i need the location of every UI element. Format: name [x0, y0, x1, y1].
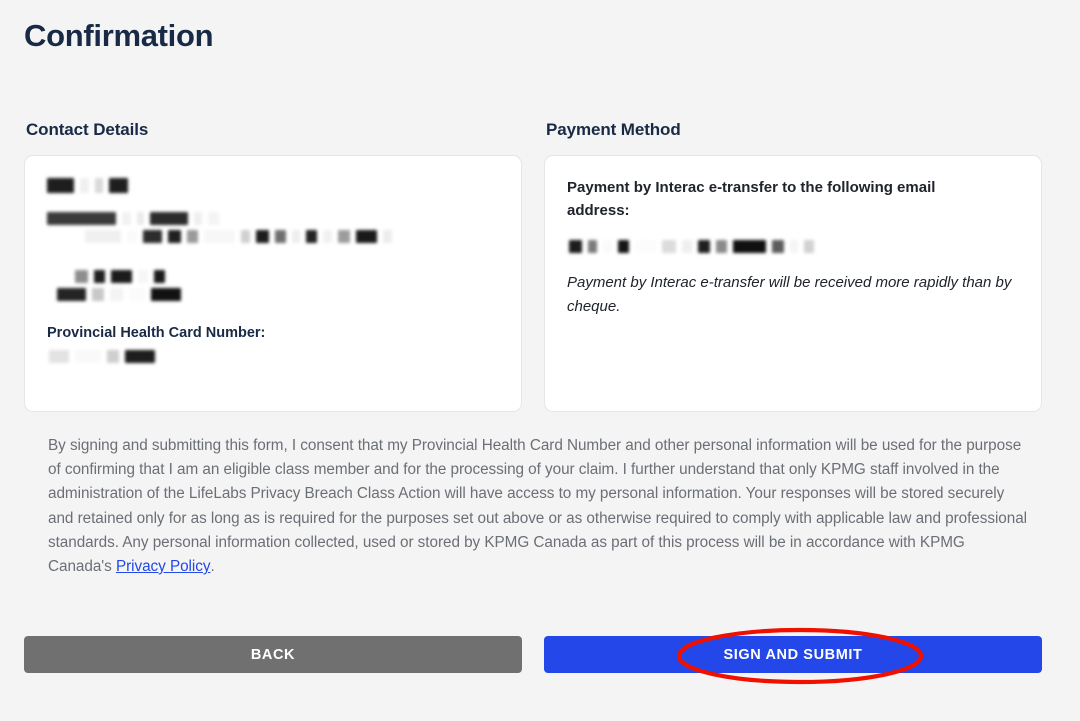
redaction-block — [129, 288, 145, 301]
redaction-block — [716, 240, 727, 253]
redaction-block — [790, 240, 798, 253]
redaction-block — [85, 230, 121, 243]
redacted-address-line-2 — [47, 230, 499, 243]
redaction-block — [150, 212, 188, 225]
redaction-block — [698, 240, 710, 253]
redaction-block — [383, 230, 392, 243]
payment-method-heading: Payment Method — [546, 120, 681, 139]
form-actions: BACK SIGN AND SUBMIT — [24, 636, 1056, 674]
payment-method-column: Payment Method Payment by Interac e-tran… — [544, 119, 1042, 412]
consent-text-lead: By signing and submitting this form, I c… — [48, 437, 1028, 576]
redaction-block — [733, 240, 766, 253]
redacted-address-line-1 — [47, 212, 499, 225]
redaction-block — [47, 212, 116, 225]
payment-method-card: Payment by Interac e-transfer to the fol… — [544, 155, 1042, 412]
redaction-block — [47, 178, 74, 193]
redaction-block — [94, 270, 105, 283]
card-spacer — [47, 248, 499, 270]
redaction-block — [75, 270, 88, 283]
redaction-block — [151, 288, 181, 301]
contact-details-heading: Contact Details — [26, 120, 149, 139]
redaction-block — [338, 230, 350, 243]
redacted-email-address — [569, 240, 1019, 253]
redaction-block — [80, 178, 89, 193]
redaction-block — [127, 230, 137, 243]
redaction-block — [569, 240, 582, 253]
redaction-block — [204, 230, 235, 243]
consent-paragraph: By signing and submitting this form, I c… — [24, 434, 1056, 579]
payment-method-note: Payment by Interac e-transfer will be re… — [567, 274, 1012, 315]
redaction-block — [92, 288, 104, 301]
redaction-block — [137, 212, 144, 225]
consent-text-tail: . — [210, 558, 215, 576]
redacted-health-card-number — [47, 350, 499, 363]
redacted-contact-line-1 — [47, 270, 499, 283]
redaction-block — [57, 288, 86, 301]
redaction-block — [292, 230, 300, 243]
redaction-block — [635, 240, 656, 253]
redacted-name-line — [47, 178, 499, 193]
redaction-block — [682, 240, 692, 253]
redaction-block — [323, 230, 332, 243]
redaction-block — [122, 212, 131, 225]
redaction-block — [138, 270, 148, 283]
redaction-block — [194, 212, 202, 225]
card-spacer — [47, 198, 499, 212]
redaction-block — [143, 230, 162, 243]
redaction-block — [109, 178, 128, 193]
redaction-block — [275, 230, 286, 243]
redaction-block — [75, 350, 101, 363]
redaction-block — [107, 350, 119, 363]
contact-details-card: Provincial Health Card Number: — [24, 155, 522, 412]
redaction-block — [306, 230, 317, 243]
redaction-block — [588, 240, 597, 253]
redaction-block — [110, 288, 123, 301]
confirmation-page: Confirmation Contact Details Provincial … — [0, 0, 1080, 721]
redaction-block — [154, 270, 165, 283]
redaction-block — [356, 230, 377, 243]
redaction-block — [804, 240, 814, 253]
redaction-block — [49, 350, 69, 363]
page-title: Confirmation — [24, 18, 214, 53]
back-button[interactable]: BACK — [24, 636, 522, 674]
health-card-number-label: Provincial Health Card Number: — [47, 325, 266, 341]
redacted-contact-line-2 — [47, 288, 499, 301]
redaction-block — [241, 230, 250, 243]
redaction-block — [111, 270, 132, 283]
redaction-block — [772, 240, 784, 253]
contact-details-column: Contact Details Provincial Health Card N… — [24, 119, 522, 412]
redaction-block — [618, 240, 629, 253]
sign-and-submit-button[interactable]: SIGN AND SUBMIT — [544, 636, 1042, 674]
redaction-block — [662, 240, 676, 253]
redaction-block — [125, 350, 155, 363]
redaction-block — [208, 212, 219, 225]
redaction-block — [168, 230, 181, 243]
details-columns: Contact Details Provincial Health Card N… — [24, 119, 1056, 412]
redaction-block — [95, 178, 103, 193]
redaction-block — [603, 240, 612, 253]
redaction-block — [256, 230, 269, 243]
payment-method-label: Payment by Interac e-transfer to the fol… — [567, 179, 936, 219]
redaction-block — [187, 230, 198, 243]
privacy-policy-link[interactable]: Privacy Policy — [116, 558, 211, 575]
